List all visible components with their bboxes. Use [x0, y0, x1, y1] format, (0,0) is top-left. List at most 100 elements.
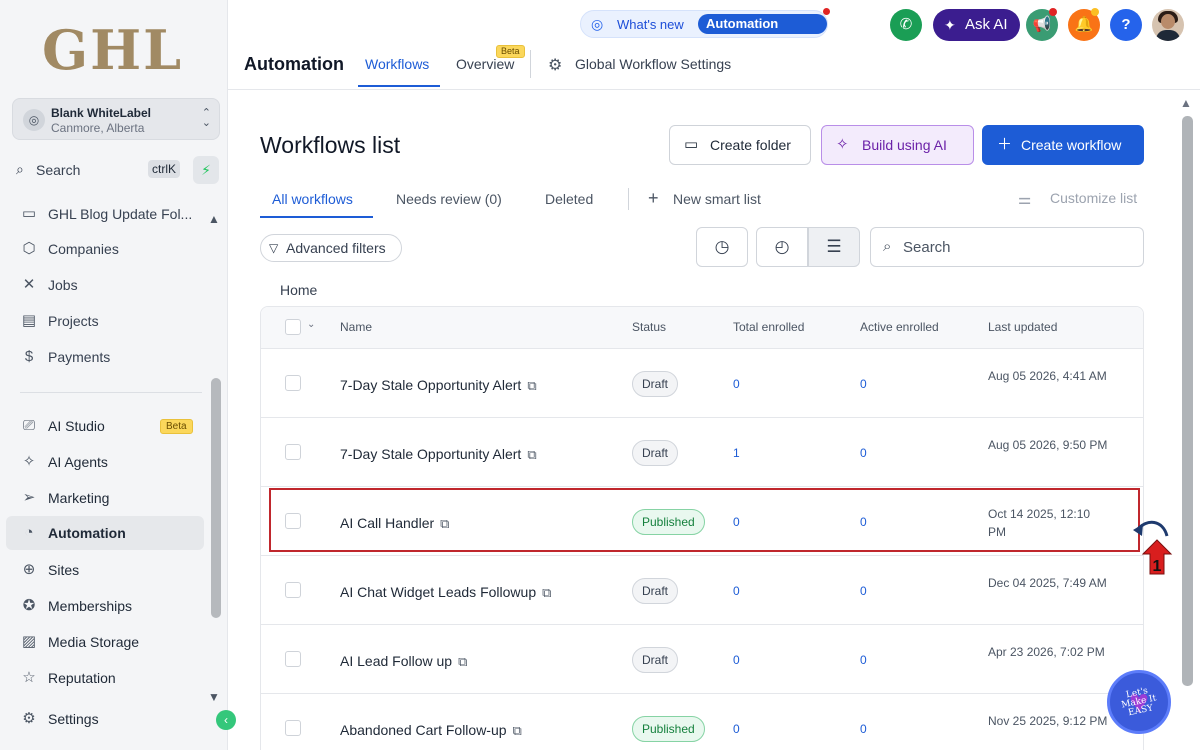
quick-actions-bolt-icon[interactable]: ⚡ — [193, 156, 219, 184]
announcement-icon: ◎ — [591, 16, 604, 32]
select-all-checkbox[interactable] — [285, 319, 301, 335]
table-row[interactable]: 7-Day Stale Opportunity Alert ⧉ Draft 1 0… — [261, 418, 1143, 487]
workflow-name[interactable]: 7-Day Stale Opportunity Alert — [340, 446, 521, 462]
create-folder-button[interactable]: ▭ Create folder — [669, 125, 811, 165]
clock-icon: ◴ — [774, 237, 790, 256]
sidebar-scroll-down-arrow[interactable]: ▼ — [208, 690, 220, 704]
tab-needs-review[interactable]: Needs review (0) — [396, 191, 502, 207]
status-badge: Published — [632, 716, 705, 742]
clock-view-button[interactable]: ◴ — [756, 227, 808, 267]
star-icon: ☆ — [22, 669, 36, 686]
table-row[interactable]: Abandoned Cart Follow-up ⧉ Published 0 0 … — [261, 694, 1143, 750]
phone-icon[interactable]: ✆ — [890, 9, 922, 41]
total-enrolled-count[interactable]: 0 — [733, 653, 740, 667]
row-checkbox[interactable] — [285, 582, 301, 598]
table-row[interactable]: AI Lead Follow up ⧉ Draft 0 0 Apr 23 2026… — [261, 625, 1143, 694]
workflow-name[interactable]: AI Lead Follow up — [340, 653, 452, 669]
sidebar-item-marketing[interactable]: ➢ Marketing — [6, 481, 204, 515]
active-enrolled-count[interactable]: 0 — [860, 722, 867, 736]
column-status[interactable]: Status — [632, 320, 666, 334]
last-updated: Aug 05 2026, 9:50 PM — [988, 438, 1108, 452]
external-link-icon[interactable]: ⧉ — [527, 447, 536, 462]
column-active-enrolled[interactable]: Active enrolled — [860, 320, 939, 334]
award-icon: ✪ — [22, 597, 36, 614]
sidebar-search[interactable]: ⌕ Search ctrlK — [12, 156, 186, 184]
top-header: ◎ What's new Automation updates ✆ ✦ Ask … — [228, 0, 1200, 90]
tab-all-workflows[interactable]: All workflows — [272, 191, 353, 207]
globe-icon: ⊕ — [22, 561, 36, 578]
account-switcher[interactable]: ◎ Blank WhiteLabel Canmore, Alberta ⌃ ⌄ — [12, 98, 220, 140]
sidebar-item-settings[interactable]: ⚙ Settings — [6, 702, 204, 736]
table-row[interactable]: 7-Day Stale Opportunity Alert ⧉ Draft 0 0… — [261, 349, 1143, 418]
automation-updates-pill[interactable]: Automation updates — [698, 14, 827, 51]
ask-ai-button[interactable]: ✦ Ask AI — [933, 9, 1020, 41]
whats-new-banner[interactable]: ◎ What's new Automation updates — [580, 8, 830, 51]
main-scrollbar[interactable]: ▲ — [1180, 96, 1194, 750]
total-enrolled-count[interactable]: 0 — [733, 584, 740, 598]
sidebar-scroll-up-arrow[interactable]: ▲ — [208, 212, 220, 226]
column-name[interactable]: Name — [340, 320, 372, 334]
collapse-sidebar-chevron-icon[interactable]: ‹ — [216, 710, 236, 730]
create-workflow-button[interactable]: ＋ Create workflow — [982, 125, 1144, 165]
breadcrumb-home[interactable]: Home — [280, 282, 317, 298]
sidebar-item-payments[interactable]: $ Payments — [6, 340, 204, 374]
history-view-button[interactable]: ◷ — [696, 227, 748, 267]
row-checkbox[interactable] — [285, 720, 301, 736]
dollar-receipt-icon: $ — [24, 348, 34, 365]
workflow-name[interactable]: 7-Day Stale Opportunity Alert — [340, 377, 521, 393]
sidebar-item-blog-folder[interactable]: ▭ GHL Blog Update Fol... — [6, 197, 204, 231]
list-view-button[interactable]: ☰ — [808, 227, 860, 267]
tab-overview[interactable]: Overview — [456, 56, 514, 72]
workflow-search[interactable]: ⌕ — [870, 227, 1144, 267]
sidebar-item-memberships[interactable]: ✪ Memberships — [6, 589, 204, 623]
sparkles-icon: ✦ — [944, 17, 956, 33]
sidebar-item-ai-agents[interactable]: ✧ AI Agents — [6, 445, 204, 479]
tab-global-workflow-settings[interactable]: Global Workflow Settings — [575, 56, 731, 72]
help-icon[interactable]: ? — [1110, 9, 1142, 41]
advanced-filters-button[interactable]: ▽ Advanced filters — [260, 234, 402, 262]
sidebar-item-sites[interactable]: ⊕ Sites — [6, 553, 204, 587]
external-link-icon[interactable]: ⧉ — [513, 723, 522, 738]
folder-icon: ▭ — [21, 205, 37, 222]
table-row[interactable]: AI Chat Widget Leads Followup ⧉ Draft 0 0… — [261, 556, 1143, 625]
column-total-enrolled[interactable]: Total enrolled — [733, 320, 804, 334]
row-checkbox[interactable] — [285, 651, 301, 667]
total-enrolled-count[interactable]: 0 — [733, 377, 740, 391]
new-smart-list-button[interactable]: New smart list — [673, 191, 761, 207]
total-enrolled-count[interactable]: 1 — [733, 446, 740, 460]
active-enrolled-count[interactable]: 0 — [860, 584, 867, 598]
active-enrolled-count[interactable]: 0 — [860, 653, 867, 667]
total-enrolled-count[interactable]: 0 — [733, 722, 740, 736]
sidebar-item-companies[interactable]: ⬡ Companies — [6, 232, 204, 266]
row-checkbox[interactable] — [285, 444, 301, 460]
scrollbar-thumb[interactable] — [1182, 116, 1193, 686]
active-enrolled-count[interactable]: 0 — [860, 446, 867, 460]
external-link-icon[interactable]: ⧉ — [458, 654, 467, 669]
active-enrolled-count[interactable]: 0 — [860, 377, 867, 391]
sidebar-item-projects[interactable]: ▤ Projects — [6, 304, 204, 338]
workflow-search-input[interactable] — [903, 236, 1133, 258]
workflow-name[interactable]: Abandoned Cart Follow-up — [340, 722, 507, 738]
chevron-down-icon[interactable]: ⌄ — [307, 319, 315, 330]
sidebar-item-jobs[interactable]: ✕ Jobs — [6, 268, 204, 302]
scroll-up-arrow[interactable]: ▲ — [1180, 96, 1192, 110]
row-checkbox[interactable] — [285, 375, 301, 391]
workflow-name[interactable]: AI Chat Widget Leads Followup — [340, 584, 536, 600]
sidebar-item-media-storage[interactable]: ▨ Media Storage — [6, 625, 204, 659]
clipboard-icon: ▤ — [21, 312, 37, 329]
build-using-ai-button[interactable]: ✧ Build using AI — [821, 125, 974, 165]
tab-workflows[interactable]: Workflows — [365, 56, 429, 72]
user-avatar[interactable] — [1152, 9, 1184, 41]
sparkles-icon: ✧ — [22, 453, 36, 470]
toggle-settings-icon: ⚌ — [1018, 191, 1032, 208]
sidebar-item-automation[interactable]: ◔ Automation — [6, 516, 204, 550]
tab-deleted[interactable]: Deleted — [545, 191, 593, 207]
brand-logo[interactable]: GHL — [42, 18, 183, 82]
external-link-icon[interactable]: ⧉ — [542, 585, 551, 600]
watermark-badge[interactable]: ♥ Let's Make It EASY — [1107, 670, 1171, 734]
column-last-updated[interactable]: Last updated — [988, 320, 1057, 334]
external-link-icon[interactable]: ⧉ — [527, 378, 536, 393]
sidebar-scrollbar[interactable] — [211, 378, 221, 618]
sidebar-item-reputation[interactable]: ☆ Reputation — [6, 661, 204, 695]
sidebar-item-ai-studio[interactable]: ⎚ AI Studio Beta — [6, 409, 204, 443]
